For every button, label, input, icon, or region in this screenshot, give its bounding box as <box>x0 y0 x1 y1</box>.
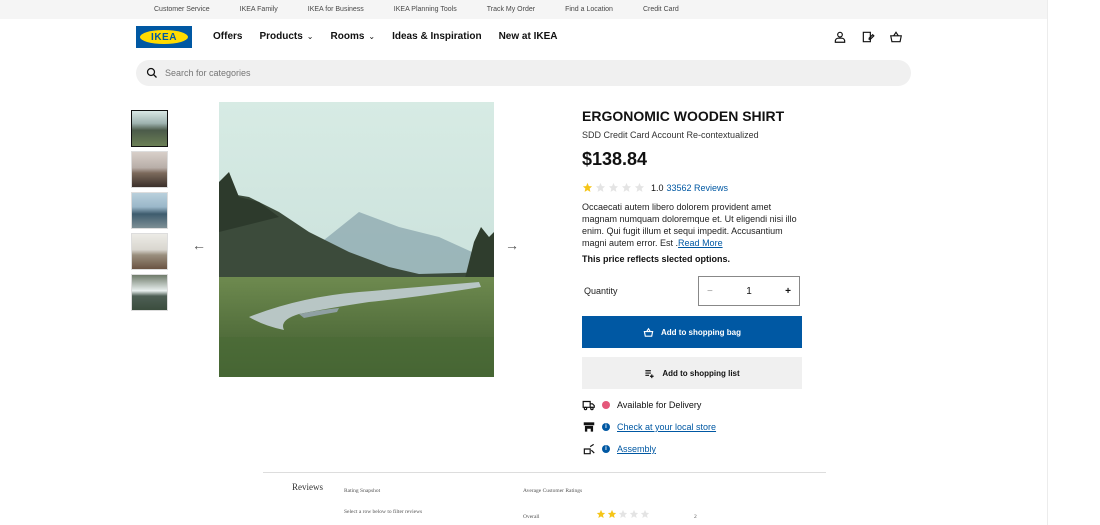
shopping-bag-icon[interactable] <box>889 30 903 44</box>
page: Customer Service IKEA Family IKEA for Bu… <box>0 0 1100 525</box>
content: Customer Service IKEA Family IKEA for Bu… <box>0 0 1047 525</box>
product-price: $138.84 <box>582 149 648 169</box>
check-store-link[interactable]: Check at your local store <box>617 422 716 432</box>
utility-link-planning-tools[interactable]: IKEA Planning Tools <box>394 6 457 13</box>
logo-text: IKEA <box>140 30 188 44</box>
nav-item-products[interactable]: Products ⌄ <box>259 31 313 42</box>
search-input[interactable] <box>165 68 765 78</box>
search-bar[interactable] <box>136 60 911 86</box>
thumbnail-gallery <box>131 110 168 315</box>
nav-menu: Offers Products ⌄ Rooms ⌄ Ideas & Inspirat… <box>213 31 574 42</box>
add-to-bag-button[interactable]: Add to shopping bag <box>582 316 802 348</box>
star-empty-icon <box>621 182 632 192</box>
nav-item-rooms[interactable]: Rooms ⌄ <box>331 31 376 42</box>
shopping-list-icon[interactable] <box>861 30 875 44</box>
thumbnail-2[interactable] <box>131 151 168 188</box>
product-rating: 1.0 33562 Reviews <box>582 182 812 193</box>
quantity-label: Quantity <box>584 286 618 296</box>
product-info: ERGONOMIC WOODEN SHIRT SDD Credit Card A… <box>582 108 812 264</box>
star-empty-icon <box>634 182 645 192</box>
utility-bar: Customer Service IKEA Family IKEA for Bu… <box>0 0 1047 19</box>
thumbnail-3[interactable] <box>131 192 168 229</box>
assembly-row: i Assembly <box>582 442 812 456</box>
overall-label: Overall <box>523 514 540 520</box>
star-filled-icon <box>596 509 606 518</box>
star-empty-icon <box>629 509 639 518</box>
delivery-status-dot <box>602 401 610 409</box>
ikea-logo[interactable]: IKEA <box>136 26 192 48</box>
utility-link-find-location[interactable]: Find a Location <box>565 6 613 13</box>
rating-value: 1.0 <box>651 182 664 193</box>
rating-snapshot-label: Rating Snapshot <box>344 488 381 494</box>
quantity-value[interactable]: 1 <box>746 286 752 297</box>
page-scrollbar[interactable] <box>1047 0 1100 525</box>
product-description: Occaecati autem libero dolorem provident… <box>582 201 807 249</box>
star-empty-icon <box>595 182 606 192</box>
star-filled-icon <box>607 509 617 518</box>
average-ratings-label: Average Customer Ratings <box>523 488 583 494</box>
rating-stars <box>582 182 645 193</box>
search-icon <box>146 67 157 78</box>
utility-link-credit-card[interactable]: Credit Card <box>643 6 679 13</box>
info-icon: i <box>602 445 610 453</box>
filter-hint: Select a row below to filter reviews <box>344 509 423 515</box>
add-to-bag-label: Add to shopping bag <box>661 327 741 337</box>
store-row: i Check at your local store <box>582 420 812 434</box>
product-title: ERGONOMIC WOODEN SHIRT <box>582 108 785 124</box>
next-image-arrow-icon[interactable]: → <box>504 237 520 253</box>
nav-item-new[interactable]: New at IKEA <box>499 31 558 42</box>
decrease-quantity-button[interactable]: − <box>707 286 713 297</box>
quantity-stepper: − 1 + <box>698 276 800 306</box>
star-empty-icon <box>640 509 650 518</box>
star-empty-icon <box>618 509 628 518</box>
landscape-image <box>219 102 494 377</box>
utility-link-ikea-family[interactable]: IKEA Family <box>240 6 278 13</box>
chevron-down-icon: ⌄ <box>306 32 314 41</box>
price-note: This price reflects slected options. <box>582 254 731 264</box>
star-empty-icon <box>608 182 619 192</box>
assembly-icon <box>583 443 595 455</box>
read-more-link[interactable]: Read More <box>678 238 723 248</box>
overall-value: 2 <box>694 514 697 520</box>
increase-quantity-button[interactable]: + <box>785 286 791 297</box>
quantity-row: Quantity − 1 + <box>582 276 802 306</box>
chevron-down-icon: ⌄ <box>368 32 376 41</box>
overall-stars <box>596 509 650 519</box>
add-list-icon <box>645 369 654 378</box>
delivery-row: Available for Delivery <box>582 398 812 412</box>
previous-image-arrow-icon[interactable]: ← <box>191 237 207 253</box>
product-main-image <box>219 102 494 377</box>
reviews-heading: Reviews <box>292 482 323 492</box>
reviews-link[interactable]: 33562 Reviews <box>667 183 729 193</box>
add-to-list-button[interactable]: Add to shopping list <box>582 357 802 389</box>
truck-icon <box>582 400 595 411</box>
thumbnail-4[interactable] <box>131 233 168 270</box>
main-nav: IKEA Offers Products ⌄ Rooms ⌄ Ideas & Ins… <box>0 19 1047 57</box>
utility-link-customer-service[interactable]: Customer Service <box>154 6 210 13</box>
nav-item-ideas[interactable]: Ideas & Inspiration <box>392 31 481 42</box>
nav-item-products-label: Products <box>259 31 303 42</box>
nav-item-rooms-label: Rooms <box>330 31 365 42</box>
section-divider <box>263 472 826 473</box>
shopping-bag-icon <box>643 327 654 337</box>
store-icon <box>583 422 595 432</box>
product-subtitle: SDD Credit Card Account Re-contextualize… <box>582 130 759 140</box>
utility-link-track-order[interactable]: Track My Order <box>487 6 535 13</box>
nav-icons <box>833 30 903 44</box>
delivery-status: Available for Delivery <box>617 400 702 410</box>
star-filled-icon <box>582 182 593 192</box>
user-icon[interactable] <box>833 30 847 44</box>
utility-link-ikea-business[interactable]: IKEA for Business <box>308 6 364 13</box>
thumbnail-5[interactable] <box>131 274 168 311</box>
info-icon: i <box>602 423 610 431</box>
add-to-list-label: Add to shopping list <box>662 368 740 378</box>
nav-item-offers[interactable]: Offers <box>213 31 242 42</box>
assembly-link[interactable]: Assembly <box>617 444 656 454</box>
thumbnail-1[interactable] <box>131 110 168 147</box>
